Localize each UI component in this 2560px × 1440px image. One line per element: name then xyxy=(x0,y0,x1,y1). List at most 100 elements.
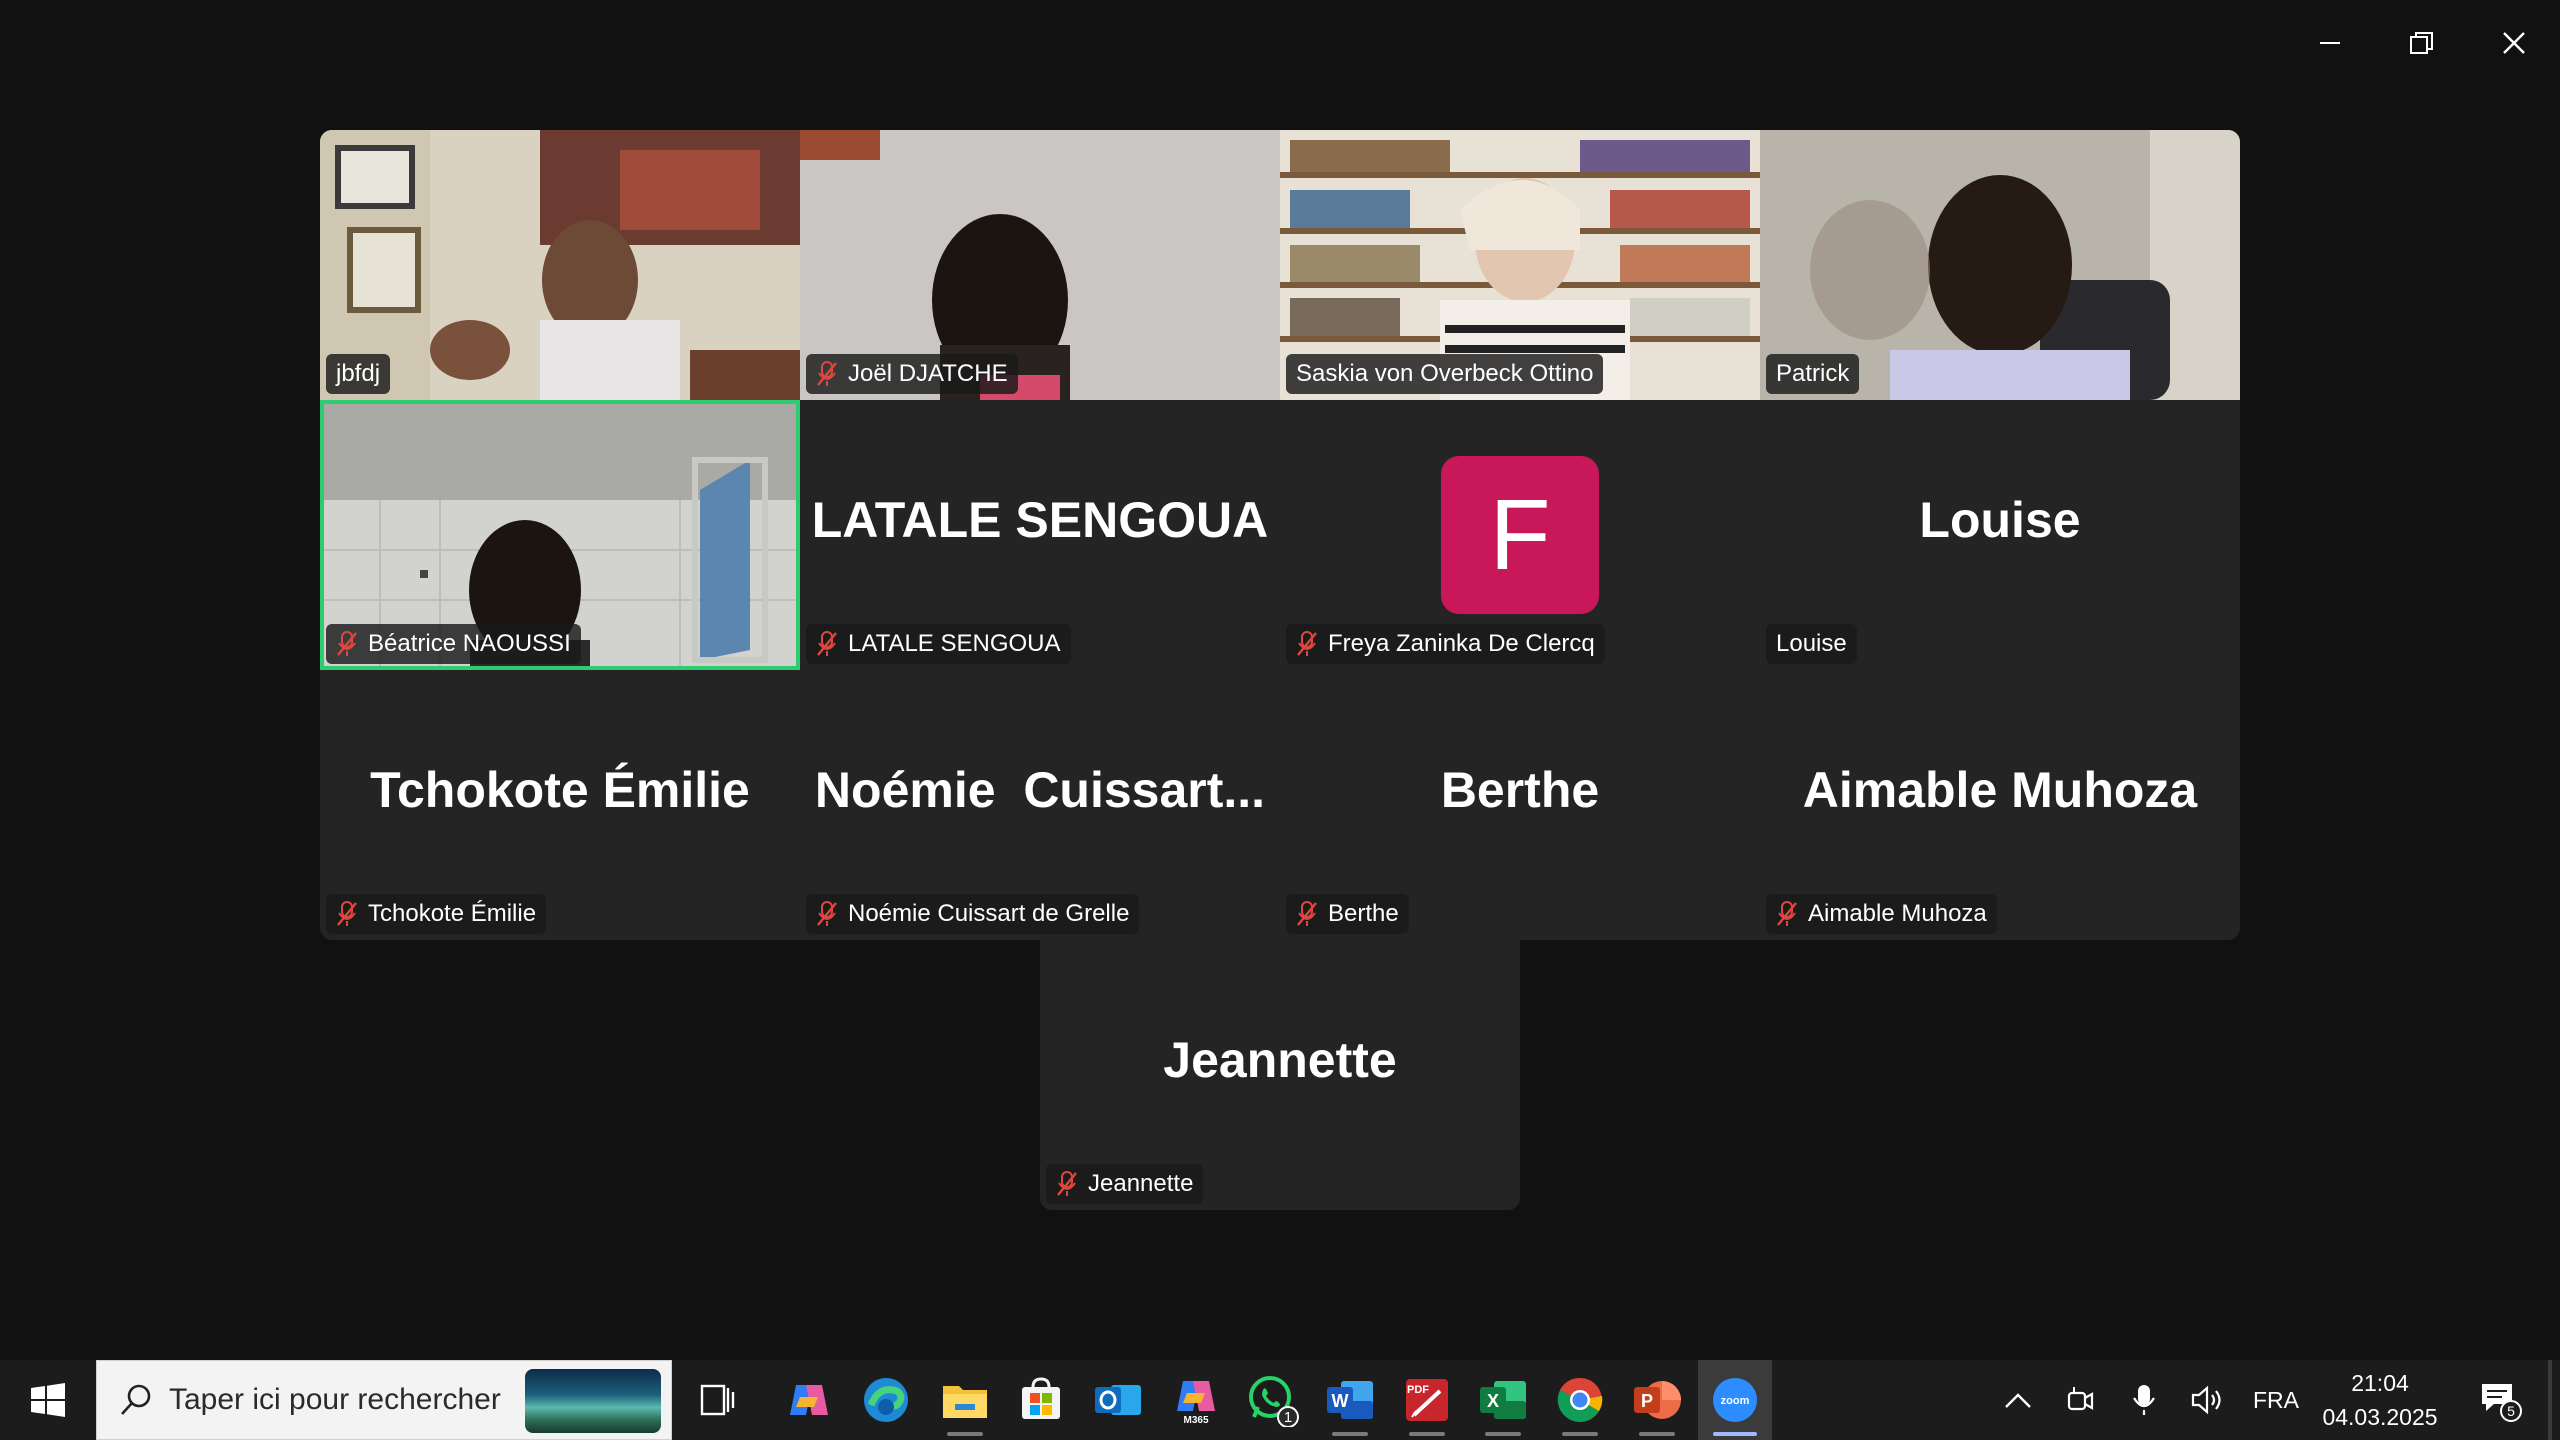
task-view-button[interactable] xyxy=(688,1370,748,1430)
m365-button[interactable]: M365 xyxy=(1166,1370,1226,1430)
participant-tile-berthe[interactable]: Berthe Berthe xyxy=(1280,670,1760,940)
microphone-muted-icon xyxy=(337,631,357,656)
taskbar-search[interactable]: Taper ici pour rechercher xyxy=(96,1360,672,1440)
participant-tile-beatrice[interactable]: Béatrice NAOUSSI xyxy=(320,400,800,670)
participant-name-label: Béatrice NAOUSSI xyxy=(326,624,581,664)
svg-text:W: W xyxy=(1332,1391,1349,1411)
pdf-icon: PDF xyxy=(1406,1379,1448,1421)
powerpoint-icon: P xyxy=(1634,1381,1681,1419)
minimize-icon xyxy=(2320,42,2340,44)
participant-tile-patrick[interactable]: Patrick xyxy=(1760,130,2240,400)
participant-name-label: Tchokote Émilie xyxy=(326,894,547,934)
running-indicator xyxy=(1713,1432,1757,1436)
m365-label: M365 xyxy=(1183,1415,1208,1425)
svg-text:P: P xyxy=(1641,1391,1653,1411)
microphone-icon xyxy=(2133,1385,2155,1415)
show-hidden-icons-button[interactable] xyxy=(1996,1360,2040,1440)
chrome-icon xyxy=(1557,1377,1603,1422)
microphone-muted-icon xyxy=(817,361,837,386)
minimize-button[interactable] xyxy=(2298,14,2362,72)
participant-display-name: Berthe xyxy=(1440,762,1600,818)
clock[interactable]: 21:04 04.03.2025 xyxy=(2310,1360,2450,1440)
ms-store-button[interactable] xyxy=(1011,1370,1071,1430)
word-button[interactable]: W xyxy=(1320,1370,1380,1436)
participant-tile-tchokote[interactable]: Tchokote Émilie Tchokote Émilie xyxy=(320,670,800,940)
participant-video xyxy=(320,130,800,400)
microphone-muted-icon xyxy=(817,631,837,656)
windows-icon xyxy=(31,1383,65,1417)
running-indicator xyxy=(1332,1432,1368,1436)
participant-display-name: Noémie Cuissart... xyxy=(814,762,1266,818)
notifications-button[interactable]: 5 xyxy=(2470,1360,2530,1440)
volume-icon xyxy=(2191,1385,2221,1415)
ms-store-icon xyxy=(1022,1377,1060,1419)
chevron-up-icon xyxy=(2005,1393,2031,1408)
copilot-icon xyxy=(790,1385,828,1415)
camera-icon xyxy=(2067,1387,2094,1411)
running-indicator xyxy=(947,1432,983,1436)
participant-name-label: Freya Zaninka De Clercq xyxy=(1286,624,1605,664)
microphone-muted-icon xyxy=(817,901,837,926)
zoom-label: zoom xyxy=(1721,1395,1750,1407)
participant-name-label: Noémie Cuissart de Grelle xyxy=(806,894,1140,934)
outlook-button[interactable] xyxy=(1088,1370,1148,1430)
edge-button[interactable] xyxy=(856,1370,916,1430)
pdf-button[interactable]: PDF xyxy=(1397,1370,1457,1436)
microphone-status-button[interactable] xyxy=(2122,1360,2166,1440)
participant-tile-jbfdj[interactable]: jbfdj xyxy=(320,130,800,400)
participant-tile-latale[interactable]: LATALE SENGOUA LATALE SENGOUA xyxy=(800,400,1280,670)
participant-avatar: F xyxy=(1441,456,1599,614)
zoom-button[interactable]: zoom xyxy=(1705,1370,1765,1436)
microphone-muted-icon xyxy=(337,901,357,926)
participant-tile-noemie[interactable]: Noémie Cuissart... Noémie Cuissart de Gr… xyxy=(800,670,1280,940)
running-indicator xyxy=(1639,1432,1675,1436)
chrome-button[interactable] xyxy=(1550,1370,1610,1436)
excel-button[interactable]: X xyxy=(1473,1370,1533,1436)
search-icon xyxy=(121,1384,151,1415)
close-button[interactable] xyxy=(2482,14,2546,72)
participant-display-name: Tchokote Émilie xyxy=(370,762,750,818)
notifications-icon: 5 xyxy=(2482,1384,2522,1422)
word-icon: W xyxy=(1327,1381,1373,1419)
participant-tile-jeannette[interactable]: Jeannette Jeannette xyxy=(1040,940,1520,1210)
powerpoint-button[interactable]: P xyxy=(1627,1370,1687,1436)
taskbar: Taper ici pour rechercher M365 1 W PDF X… xyxy=(0,1360,2560,1440)
restore-button[interactable] xyxy=(2390,14,2454,72)
file-explorer-icon xyxy=(943,1386,987,1418)
participant-tile-freya[interactable]: F Freya Zaninka De Clercq xyxy=(1280,400,1760,670)
participant-tile-saskia[interactable]: Saskia von Overbeck Ottino xyxy=(1280,130,1760,400)
participant-display-name: Aimable Muhoza xyxy=(1802,762,2198,818)
start-button[interactable] xyxy=(0,1360,96,1440)
m365-icon: M365 xyxy=(1177,1381,1215,1425)
participant-display-name: Jeannette xyxy=(1163,1032,1397,1088)
running-indicator xyxy=(1562,1432,1598,1436)
excel-icon: X xyxy=(1480,1381,1526,1419)
clock-time: 21:04 xyxy=(2351,1370,2409,1396)
close-icon xyxy=(2503,32,2525,54)
search-highlight-image xyxy=(525,1369,661,1433)
input-language-indicator[interactable]: FRA xyxy=(2244,1360,2308,1440)
restore-icon xyxy=(2410,32,2433,54)
whatsapp-button[interactable]: 1 xyxy=(1243,1370,1303,1430)
microphone-muted-icon xyxy=(1297,901,1317,926)
participant-name-label: Patrick xyxy=(1766,354,1860,394)
microphone-muted-icon xyxy=(1057,1171,1077,1196)
copilot-button[interactable] xyxy=(779,1370,839,1430)
participant-tile-joel[interactable]: Joël DJATCHE xyxy=(800,130,1280,400)
participant-tile-louise[interactable]: Louise Louise xyxy=(1760,400,2240,670)
file-explorer-button[interactable] xyxy=(935,1370,995,1436)
participant-name-label: Saskia von Overbeck Ottino xyxy=(1286,354,1604,394)
notifications-count: 5 xyxy=(2507,1403,2515,1419)
search-placeholder: Taper ici pour rechercher xyxy=(169,1383,501,1416)
running-indicator xyxy=(1485,1432,1521,1436)
edge-icon xyxy=(864,1378,908,1422)
show-desktop-button[interactable] xyxy=(2548,1360,2552,1440)
participant-tile-aimable[interactable]: Aimable Muhoza Aimable Muhoza xyxy=(1760,670,2240,940)
participant-display-name: LATALE SENGOUA xyxy=(811,492,1269,548)
participant-name-label: LATALE SENGOUA xyxy=(806,624,1071,664)
pdf-label: PDF xyxy=(1407,1384,1429,1396)
volume-button[interactable] xyxy=(2186,1360,2230,1440)
participant-name-label: Joël DJATCHE xyxy=(806,354,1018,394)
camera-status-button[interactable] xyxy=(2058,1360,2102,1440)
microphone-muted-icon xyxy=(1297,631,1317,656)
